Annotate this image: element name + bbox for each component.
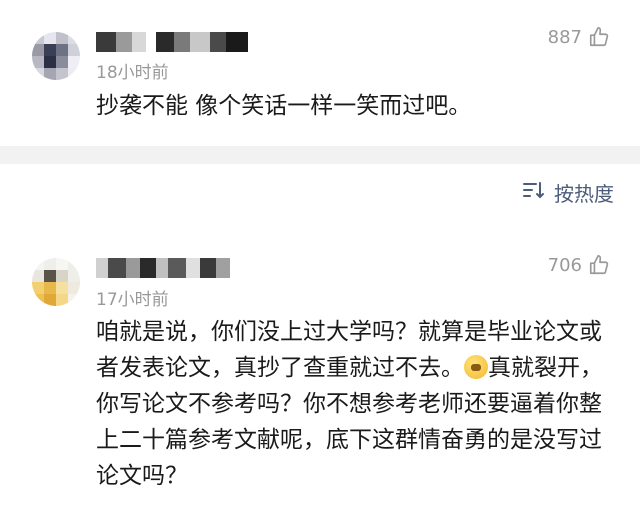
comment-text: 咱就是说，你们没上过大学吗？就算是毕业论文或者发表论文，真抄了查重就过不去。 真就…	[96, 314, 616, 494]
sort-by-hot-button[interactable]: 按热度	[522, 178, 614, 207]
sort-icon	[522, 180, 546, 205]
avatar[interactable]	[32, 258, 80, 306]
facepalm-emoji-icon	[464, 355, 488, 379]
like-count: 706	[547, 254, 582, 276]
like-button[interactable]: 887	[548, 26, 610, 48]
avatar[interactable]	[32, 32, 80, 80]
section-divider	[0, 146, 640, 164]
comment-item: 17小时前 706 咱就是说，你们没上过大学吗？就算是毕业论文或者发表论文，真抄…	[0, 232, 640, 509]
comment-time: 18小时前	[96, 63, 169, 83]
comment-text: 抄袭不能 像个笑话一样一笑而过吧。	[96, 93, 472, 119]
comment-item: 18小时前 887 抄袭不能 像个笑话一样一笑而过吧。	[0, 0, 640, 146]
sort-label: 按热度	[554, 182, 614, 206]
username-blurred[interactable]	[96, 32, 248, 52]
like-count: 887	[547, 26, 582, 48]
thumbs-up-icon	[588, 26, 610, 48]
username-blurred[interactable]	[96, 258, 230, 278]
comment-time: 17小时前	[96, 290, 169, 310]
like-button[interactable]: 706	[548, 254, 610, 276]
thumbs-up-icon	[588, 254, 610, 276]
